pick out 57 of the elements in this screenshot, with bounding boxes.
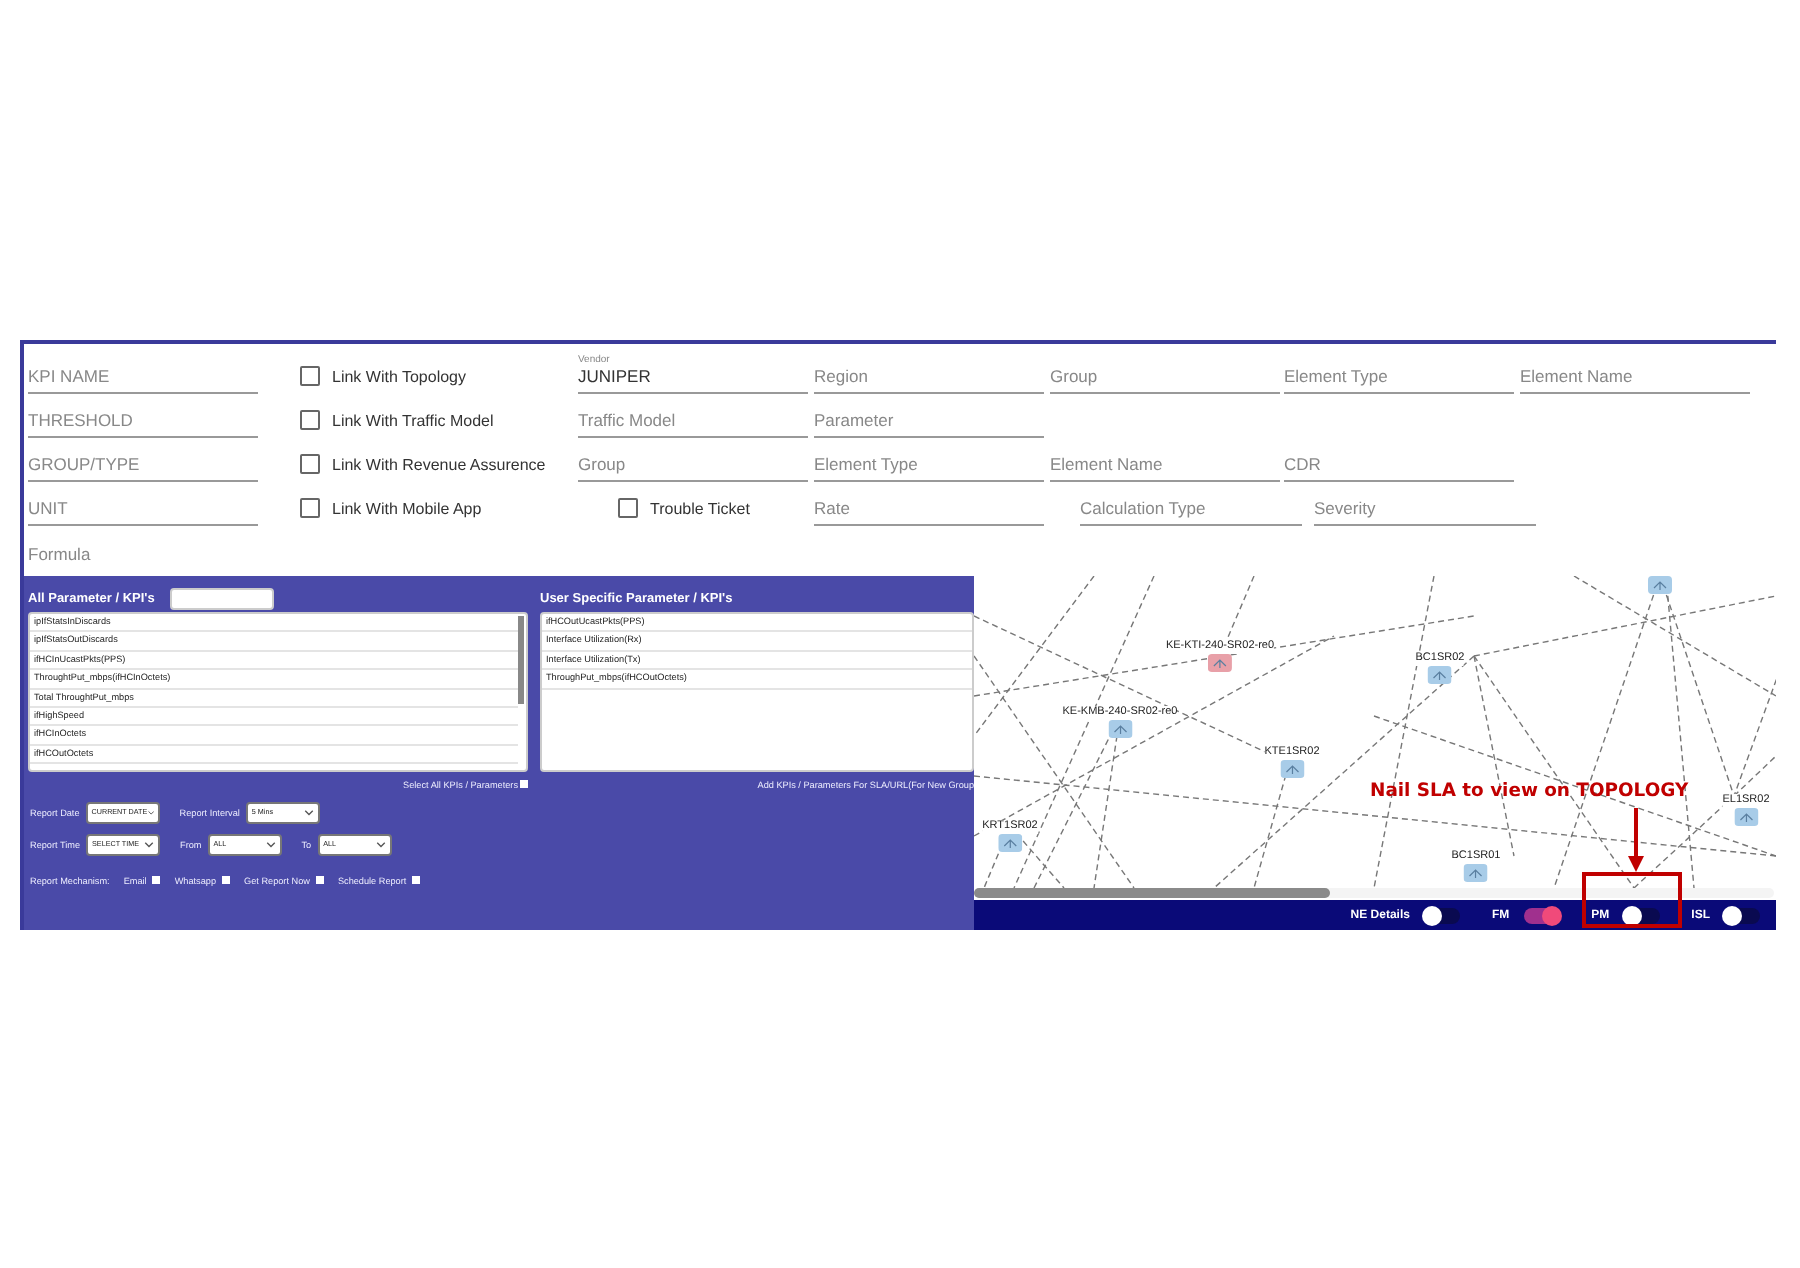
- router-node-icon[interactable]: [1648, 576, 1672, 594]
- text-field[interactable]: Severity: [1314, 498, 1536, 526]
- checkbox-label: Link With Topology: [332, 367, 466, 385]
- checkbox[interactable]: [520, 780, 528, 788]
- text-field[interactable]: Element Type: [814, 454, 1044, 482]
- search-field[interactable]: [170, 587, 275, 609]
- text-field[interactable]: UNIT: [28, 498, 258, 526]
- checkbox[interactable]: [412, 876, 421, 884]
- text-field[interactable]: Region: [814, 366, 1044, 394]
- checkbox[interactable]: [300, 410, 320, 430]
- highlight-box: [1582, 872, 1682, 928]
- toggle-switch[interactable]: [1523, 907, 1560, 923]
- scrollbar[interactable]: [518, 616, 524, 704]
- annotation-text: Nail SLA to view on TOPOLOGY: [1370, 780, 1689, 802]
- router-node-icon[interactable]: [1428, 666, 1452, 684]
- horizontal-scrollbar[interactable]: [974, 888, 1774, 898]
- text-field[interactable]: Group: [1050, 366, 1280, 394]
- text-field[interactable]: Rate: [814, 498, 1044, 526]
- checkbox[interactable]: [300, 454, 320, 474]
- checkbox-label: Trouble Ticket: [650, 499, 750, 517]
- toggle-switch[interactable]: [1623, 907, 1660, 923]
- text-field[interactable]: Parameter: [814, 410, 1044, 438]
- checkbox[interactable]: [300, 498, 320, 518]
- router-node-icon[interactable]: [998, 834, 1022, 852]
- text-field[interactable]: CDR: [1284, 454, 1514, 482]
- checkbox-label: Link With Mobile App: [332, 499, 482, 517]
- text-field[interactable]: Calculation Type: [1080, 498, 1302, 526]
- router-node-icon[interactable]: [1464, 864, 1488, 882]
- text-field[interactable]: KPI NAME: [28, 366, 258, 394]
- checkbox-label: Link With Traffic Model: [332, 411, 494, 429]
- text-field[interactable]: THRESHOLD: [28, 410, 258, 438]
- text-field[interactable]: Element Name: [1520, 366, 1750, 394]
- text-field[interactable]: Formula: [28, 544, 258, 570]
- checkbox[interactable]: [315, 876, 324, 884]
- vendor-field[interactable]: JUNIPER: [578, 366, 808, 394]
- chevron-icon: [375, 841, 386, 847]
- router-node-icon[interactable]: [1108, 720, 1132, 738]
- router-node-icon[interactable]: [1734, 808, 1758, 826]
- router-node-icon[interactable]: [1208, 654, 1232, 672]
- checkbox[interactable]: [618, 498, 638, 518]
- checkbox[interactable]: [222, 876, 231, 884]
- text-field[interactable]: Element Type: [1284, 366, 1514, 394]
- text-field[interactable]: Element Name: [1050, 454, 1280, 482]
- arrow-icon: [1628, 808, 1644, 872]
- toggle-switch[interactable]: [1724, 907, 1760, 923]
- chevron-icon: [265, 841, 276, 847]
- chevron-icon: [147, 809, 154, 815]
- toggle-switch[interactable]: [1423, 907, 1460, 923]
- chevron-icon: [144, 841, 155, 847]
- text-field[interactable]: Traffic Model: [578, 410, 808, 438]
- checkbox[interactable]: [152, 876, 161, 884]
- checkbox[interactable]: [300, 366, 320, 386]
- text-field[interactable]: Group: [578, 454, 808, 482]
- chevron-icon: [303, 809, 314, 815]
- checkbox-label: Link With Revenue Assurence: [332, 455, 546, 473]
- router-node-icon[interactable]: [1280, 760, 1304, 778]
- text-field[interactable]: GROUP/TYPE: [28, 454, 258, 482]
